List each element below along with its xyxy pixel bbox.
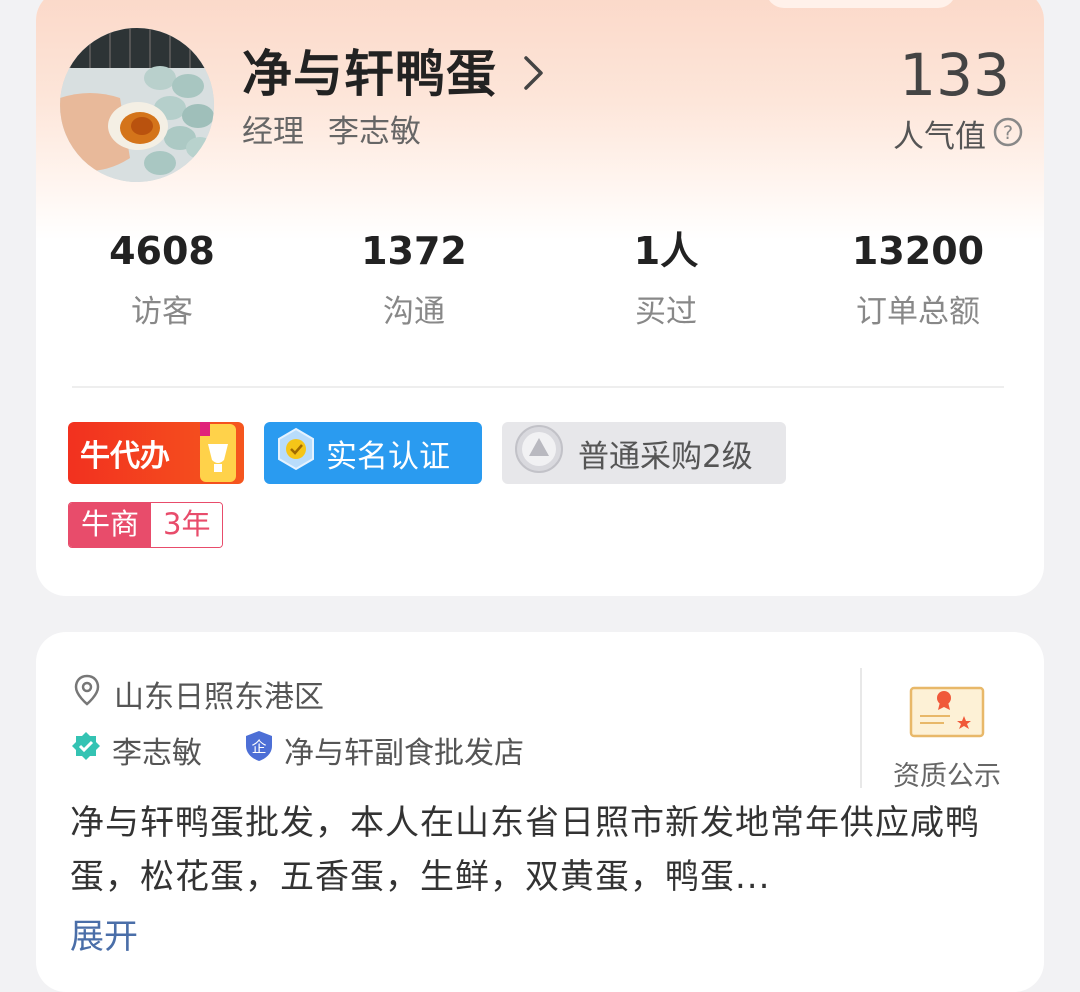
certificate-label: 资质公示 [893, 761, 1001, 792]
chevron-right-icon [523, 42, 545, 106]
shop-avatar[interactable] [60, 28, 214, 182]
header-tab-decoration [766, 0, 956, 8]
certificate-icon [908, 686, 986, 746]
person-name[interactable]: 李志敏 [112, 728, 202, 772]
popularity-label-row[interactable]: 人气值 ? [893, 116, 1024, 158]
buyer-level-label: 普通采购2级 [578, 438, 753, 475]
trophy-icon [194, 420, 240, 492]
svg-text:企: 企 [251, 738, 266, 756]
stat-order-total[interactable]: 13200 订单总额 [792, 228, 1044, 332]
divider [72, 386, 1004, 388]
location-text: 山东日照东港区 [114, 680, 324, 715]
shop-description: 净与轩鸭蛋批发，本人在山东省日照市新发地常年供应咸鸭蛋，松花蛋，五香蛋，生鲜，双… [70, 803, 980, 897]
real-name-label: 实名认证 [326, 438, 450, 475]
popularity-label: 人气值 [893, 119, 986, 155]
shop-stats: 4608 访客 1372 沟通 1人 买过 13200 订单总额 [36, 228, 1044, 332]
badge-row: 牛代办 实名认证 普通采购2级 [68, 422, 786, 484]
enterprise-shield-icon: 企 [244, 729, 274, 771]
niu-shang-years: 3年 [151, 503, 223, 547]
stat-value: 13200 [851, 229, 985, 273]
stat-buyers[interactable]: 1人 买过 [540, 228, 792, 332]
stat-visitors[interactable]: 4608 访客 [36, 228, 288, 332]
stat-value: 1372 [361, 229, 467, 273]
location-row[interactable]: 山东日照东港区 [74, 672, 324, 716]
popularity-value: 133 [899, 41, 1010, 109]
niu-shang-badge[interactable]: 牛商 3年 [68, 502, 224, 548]
certificate-button[interactable]: 资质公示 [882, 682, 1012, 793]
contact-subline: 经理 李志敏 [242, 112, 421, 152]
company-name[interactable]: 净与轩副食批发店 [284, 728, 524, 772]
stat-communications[interactable]: 1372 沟通 [288, 228, 540, 332]
stat-label: 沟通 [383, 294, 445, 330]
shop-name-link[interactable]: 净与轩鸭蛋 [242, 42, 545, 106]
shop-profile-card: 净与轩鸭蛋 经理 李志敏 133 人气值 ? 4608 访客 1372 沟通 1人… [36, 0, 1044, 596]
shop-name: 净与轩鸭蛋 [242, 45, 497, 103]
niu-daiban-label: 牛代办 [80, 439, 170, 474]
verified-shield-icon [274, 427, 318, 479]
niu-shang-label: 牛商 [69, 503, 152, 547]
verified-badge-icon [70, 730, 102, 770]
level-triangle-icon [514, 424, 564, 482]
stat-value: 1人 [633, 229, 699, 273]
contact-person: 李志敏 [328, 114, 421, 150]
stat-label: 订单总额 [856, 294, 980, 330]
shop-details-card: 山东日照东港区 李志敏 企 净与轩副食批发店 资质公示 净与轩鸭蛋批发，本人在山… [36, 632, 1044, 992]
contact-role: 经理 [242, 114, 304, 150]
vertical-divider [860, 668, 862, 788]
stat-value: 4608 [109, 229, 215, 273]
question-circle-icon[interactable]: ? [992, 116, 1024, 158]
stat-label: 访客 [131, 294, 193, 330]
expand-link[interactable]: 展开 [70, 910, 138, 964]
location-pin-icon [74, 674, 100, 714]
real-name-badge[interactable]: 实名认证 [264, 422, 482, 484]
identity-row: 李志敏 企 净与轩副食批发店 [70, 728, 524, 772]
svg-text:?: ? [1003, 122, 1013, 144]
buyer-level-badge[interactable]: 普通采购2级 [502, 422, 786, 484]
stat-label: 买过 [635, 294, 697, 330]
niu-daiban-badge[interactable]: 牛代办 [68, 422, 244, 484]
